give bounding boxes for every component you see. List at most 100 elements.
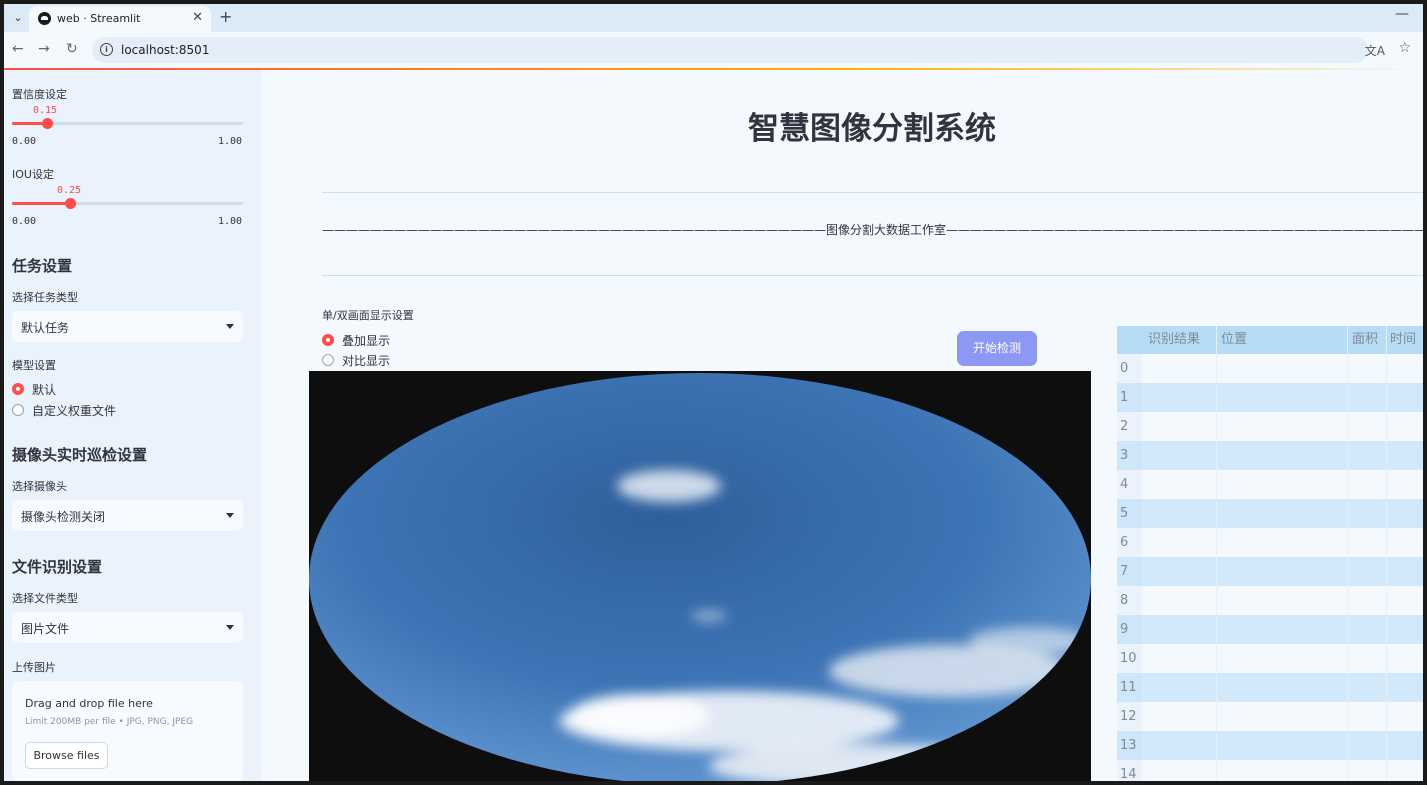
task-heading: 任务设置: [12, 257, 73, 275]
row-index: 8: [1117, 586, 1142, 615]
confidence-min: 0.00: [12, 136, 37, 147]
column-divider: [1216, 326, 1217, 781]
close-icon[interactable]: ✕: [192, 10, 203, 25]
display-option-label: 对比显示: [342, 354, 391, 368]
row-index: 12: [1117, 702, 1142, 731]
iou-slider[interactable]: [12, 198, 243, 209]
streamlit-logo-icon: [38, 12, 51, 25]
table-row[interactable]: 5: [1117, 499, 1423, 528]
file-uploader-dropzone[interactable]: Drag and drop file here Limit 200MB per …: [12, 681, 243, 781]
file-select-label: 选择文件类型: [12, 592, 78, 605]
radio-selected-icon: [12, 383, 24, 395]
address-bar: ← → ↻ i localhost:8501 文A ☆: [4, 32, 1423, 68]
row-index: 3: [1117, 441, 1142, 470]
iou-max: 1.00: [218, 216, 243, 227]
file-select-value: 图片文件: [21, 622, 70, 636]
table-header-time[interactable]: 时间: [1386, 326, 1423, 354]
minimize-icon[interactable]: —: [1395, 6, 1409, 22]
start-detection-button[interactable]: 开始检测: [957, 331, 1037, 366]
bookmark-star-icon[interactable]: ☆: [1398, 40, 1411, 56]
url-text: localhost:8501: [121, 43, 210, 57]
table-header-index: [1117, 326, 1142, 354]
forward-icon[interactable]: →: [38, 41, 50, 57]
model-label: 模型设置: [12, 359, 56, 372]
table-row[interactable]: 6: [1117, 528, 1423, 557]
file-select[interactable]: 图片文件: [12, 612, 243, 643]
table-row[interactable]: 8: [1117, 586, 1423, 615]
page-title: 智慧图像分割系统: [748, 111, 996, 147]
divider: [322, 192, 1423, 193]
sidebar: 置信度设定 0.15 0.00 1.00 IOU设定 0.25 0.00 1.0…: [4, 70, 261, 781]
table-row[interactable]: 7: [1117, 557, 1423, 586]
reload-icon[interactable]: ↻: [66, 41, 78, 57]
radio-unselected-icon: [322, 354, 334, 366]
row-index: 14: [1117, 760, 1142, 781]
table-header-result[interactable]: 识别结果: [1142, 326, 1216, 354]
table-row[interactable]: 12: [1117, 702, 1423, 731]
radio-selected-icon: [322, 334, 334, 346]
tab-title: web · Streamlit: [57, 12, 141, 25]
chevron-down-icon: [226, 513, 234, 518]
row-index: 13: [1117, 731, 1142, 760]
row-index: 5: [1117, 499, 1142, 528]
iou-slider-handle[interactable]: [64, 198, 76, 209]
chevron-down-icon: [226, 324, 234, 329]
column-divider: [1386, 326, 1387, 781]
browse-files-button[interactable]: Browse files: [25, 742, 108, 769]
radio-unselected-icon: [12, 404, 24, 416]
table-row[interactable]: 1: [1117, 383, 1423, 412]
display-mode-label: 单/双画面显示设置: [322, 309, 414, 322]
browser-window: ⌄ web · Streamlit ✕ + — ← → ↻ i localhos…: [4, 4, 1423, 781]
iou-label: IOU设定: [12, 168, 54, 181]
upload-label: 上传图片: [12, 661, 56, 674]
table-row[interactable]: 3: [1117, 441, 1423, 470]
confidence-value: 0.15: [33, 105, 58, 116]
url-field[interactable]: i localhost:8501: [92, 37, 1368, 63]
row-index: 0: [1117, 354, 1142, 383]
row-index: 6: [1117, 528, 1142, 557]
confidence-slider-handle[interactable]: [41, 118, 53, 129]
row-index: 10: [1117, 644, 1142, 673]
dropzone-limit: Limit 200MB per file • JPG, PNG, JPEG: [25, 717, 194, 727]
tab-search-icon[interactable]: ⌄: [8, 8, 28, 28]
table-row[interactable]: 13: [1117, 731, 1423, 760]
task-select-label: 选择任务类型: [12, 291, 78, 304]
new-tab-icon[interactable]: +: [219, 7, 232, 26]
row-index: 4: [1117, 470, 1142, 499]
confidence-max: 1.00: [218, 136, 243, 147]
result-image: [309, 371, 1091, 781]
tab-bar: ⌄ web · Streamlit ✕ + —: [4, 4, 1423, 32]
table-row[interactable]: 4: [1117, 470, 1423, 499]
row-index: 2: [1117, 412, 1142, 441]
camera-select[interactable]: 摄像头检测关闭: [12, 500, 243, 531]
table-row[interactable]: 11: [1117, 673, 1423, 702]
camera-select-label: 选择摄像头: [12, 480, 67, 493]
table-header-area[interactable]: 面积: [1347, 326, 1386, 354]
row-index: 7: [1117, 557, 1142, 586]
table-row[interactable]: 10: [1117, 644, 1423, 673]
site-info-icon[interactable]: i: [100, 43, 113, 56]
table-row[interactable]: 14: [1117, 760, 1423, 781]
task-select[interactable]: 默认任务: [12, 311, 243, 342]
divider: [322, 275, 1423, 276]
main-content: 智慧图像分割系统 ———————————————————————————————…: [261, 70, 1423, 781]
table-row[interactable]: 9: [1117, 615, 1423, 644]
iou-min: 0.00: [12, 216, 37, 227]
table-header-position[interactable]: 位置: [1216, 326, 1347, 354]
model-option-label: 自定义权重文件: [32, 404, 117, 418]
task-select-value: 默认任务: [21, 321, 70, 335]
table-row[interactable]: 2: [1117, 412, 1423, 441]
chevron-down-icon: [226, 625, 234, 630]
iou-value: 0.25: [57, 185, 82, 196]
browser-tab[interactable]: web · Streamlit ✕: [29, 6, 211, 32]
row-index: 9: [1117, 615, 1142, 644]
back-icon[interactable]: ←: [12, 41, 24, 57]
row-index: 11: [1117, 673, 1142, 702]
dropzone-title: Drag and drop file here: [25, 697, 153, 710]
camera-select-value: 摄像头检测关闭: [21, 510, 106, 524]
table-row[interactable]: 0: [1117, 354, 1423, 383]
model-option-label: 默认: [32, 383, 57, 397]
confidence-slider[interactable]: [12, 118, 243, 129]
display-option-label: 叠加显示: [342, 334, 391, 348]
translate-icon[interactable]: 文A: [1365, 42, 1385, 59]
